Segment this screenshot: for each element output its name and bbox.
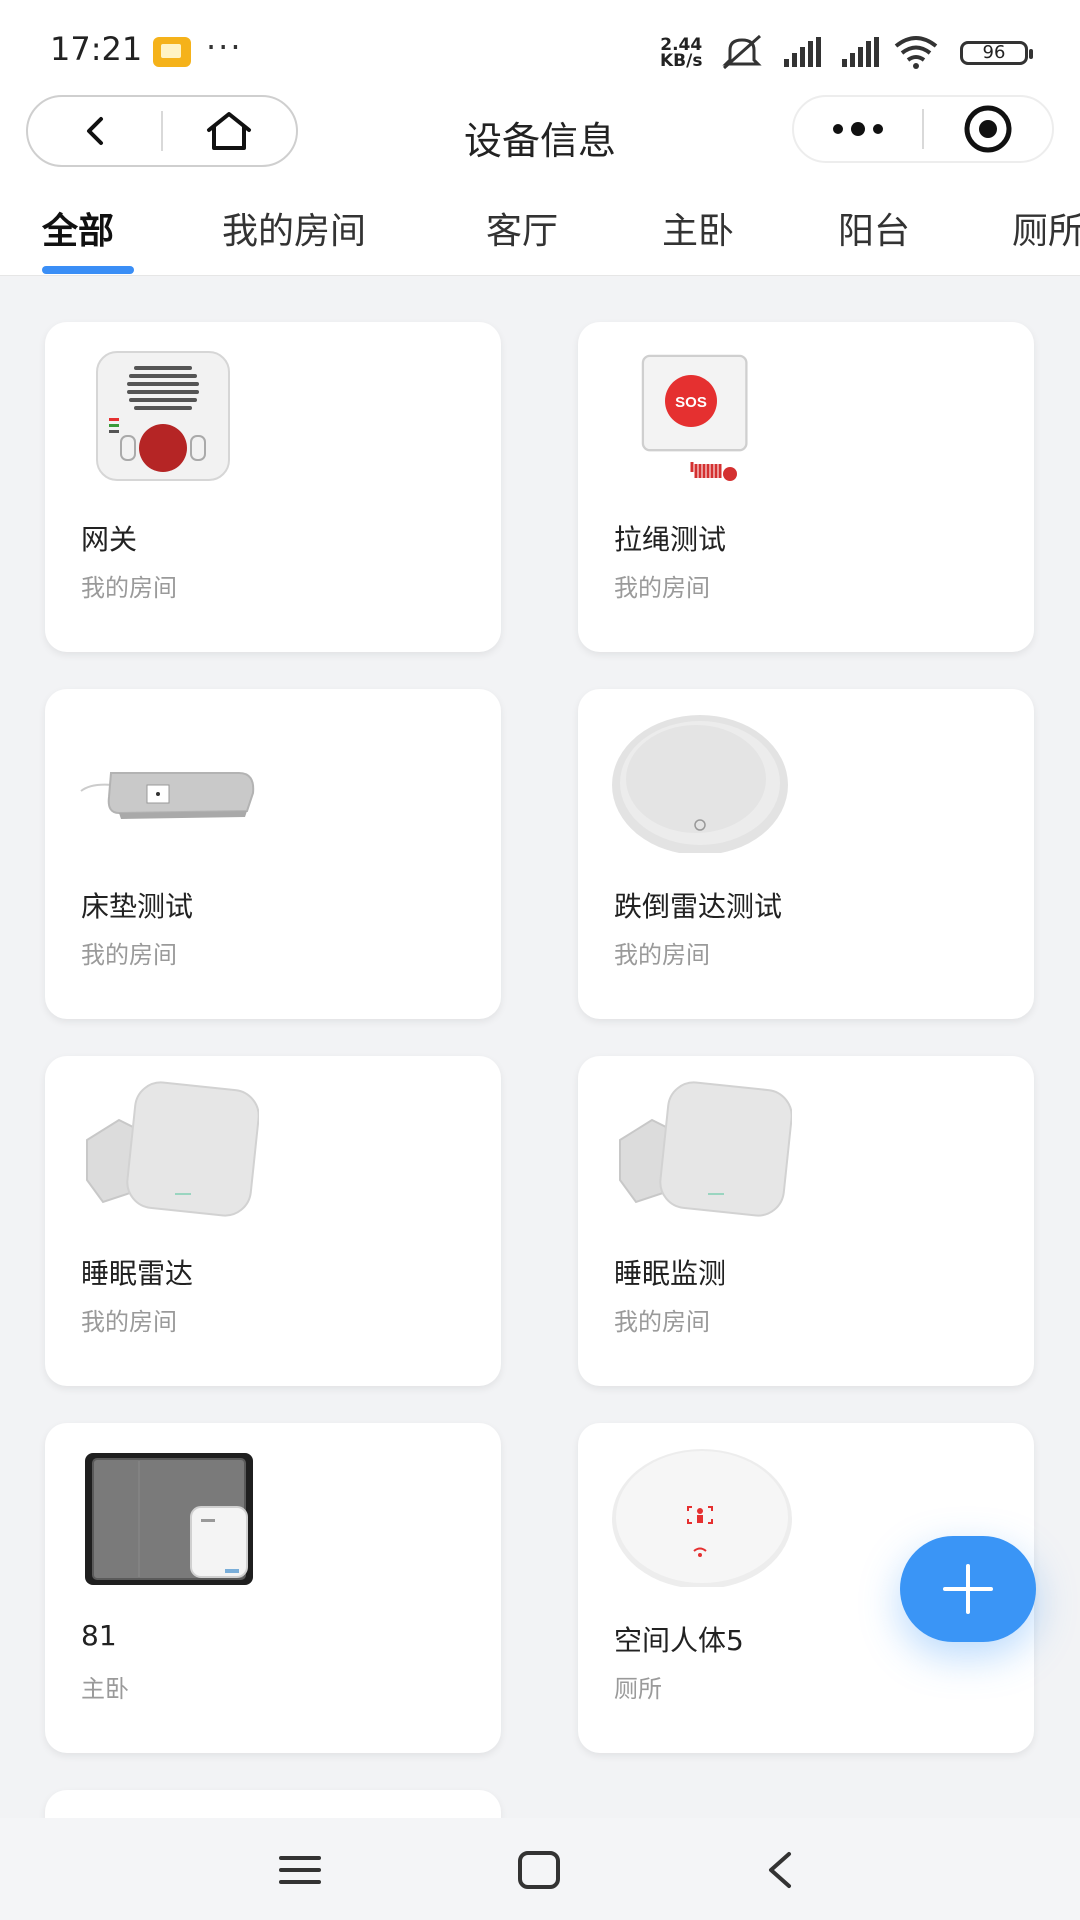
- device-card-partial[interactable]: [45, 1790, 501, 1818]
- device-card[interactable]: 跌倒雷达测试 我的房间: [578, 689, 1034, 1019]
- gateway-device-icon: [96, 351, 230, 481]
- system-back-button[interactable]: [750, 1848, 810, 1892]
- device-room: 我的房间: [614, 1308, 710, 1336]
- active-tab-indicator: [42, 266, 134, 274]
- fall-radar-icon: [612, 715, 788, 853]
- device-name: 网关: [81, 523, 138, 556]
- device-name: 81: [81, 1619, 117, 1652]
- silent-mode-icon: [722, 34, 762, 70]
- system-home-button[interactable]: [509, 1848, 569, 1892]
- mini-program-capsule: [792, 95, 1054, 163]
- device-name: 拉绳测试: [614, 523, 727, 556]
- more-button[interactable]: [794, 97, 922, 161]
- notification-icon: [153, 37, 191, 67]
- more-dots-icon: [833, 122, 883, 136]
- status-icons: [720, 32, 940, 72]
- signal-sim2-icon: [842, 37, 879, 67]
- network-speed-unit: KB/s: [660, 51, 703, 71]
- plus-icon: [943, 1564, 993, 1614]
- square-icon: [518, 1851, 560, 1889]
- room-tabs: 全部 我的房间 客厅 主卧 阳台 厕所: [0, 188, 1080, 276]
- tab-all[interactable]: 全部: [42, 202, 114, 254]
- svg-text:SOS: SOS: [675, 394, 707, 411]
- tab-toilet[interactable]: 厕所: [1012, 202, 1080, 254]
- device-room: 我的房间: [81, 574, 177, 602]
- device-room: 我的房间: [614, 574, 710, 602]
- device-room: 主卧: [81, 1675, 129, 1703]
- sos-pull-cord-icon: SOS: [641, 354, 750, 481]
- target-icon: [964, 105, 1012, 153]
- device-room: 我的房间: [81, 1308, 177, 1336]
- more-notifications-indicator: ···: [206, 28, 243, 66]
- device-room: 我的房间: [614, 941, 710, 969]
- tab-my-room[interactable]: 我的房间: [222, 202, 366, 254]
- device-name: 空间人体5: [614, 1624, 744, 1657]
- device-card[interactable]: 睡眠监测 我的房间: [578, 1056, 1034, 1386]
- device-name: 跌倒雷达测试: [614, 890, 783, 923]
- status-bar: 17:21 ··· 2.44 KB/s 96: [0, 0, 1080, 92]
- device-name: 睡眠监测: [614, 1257, 727, 1290]
- device-card[interactable]: SOS 拉绳测试 我的房间: [578, 322, 1034, 652]
- tab-living-room[interactable]: 客厅: [486, 202, 558, 254]
- system-nav-bar: [0, 1818, 1080, 1920]
- network-speed: 2.44 KB/s: [660, 37, 703, 71]
- recent-apps-button[interactable]: [270, 1848, 330, 1892]
- title-bar: 设备信息: [0, 92, 1080, 188]
- back-arrow-icon: [769, 1852, 791, 1888]
- close-mini-program-button[interactable]: [924, 97, 1052, 161]
- sleep-radar-icon: [86, 1081, 259, 1217]
- sleep-monitor-icon: [619, 1081, 792, 1217]
- presence-sensor-icon: [612, 1449, 792, 1587]
- tab-balcony[interactable]: 阳台: [838, 202, 910, 254]
- device-name: 睡眠雷达: [81, 1257, 194, 1290]
- mattress-kit-icon: [85, 1453, 253, 1585]
- menu-lines-icon: [279, 1856, 321, 1884]
- signal-sim1-icon: [784, 37, 821, 67]
- tab-master-bedroom[interactable]: 主卧: [662, 202, 734, 254]
- device-room: 厕所: [614, 1675, 662, 1703]
- add-device-button[interactable]: [900, 1536, 1036, 1642]
- device-card[interactable]: 81 主卧: [45, 1423, 501, 1753]
- wifi-icon: [894, 36, 938, 69]
- mattress-pad-icon: [80, 772, 255, 819]
- device-room: 我的房间: [81, 941, 177, 969]
- device-card[interactable]: 睡眠雷达 我的房间: [45, 1056, 501, 1386]
- device-card[interactable]: 床垫测试 我的房间: [45, 689, 501, 1019]
- device-card[interactable]: 网关 我的房间: [45, 322, 501, 652]
- battery-indicator: 96: [960, 41, 1033, 65]
- status-time: 17:21: [50, 30, 143, 68]
- device-name: 床垫测试: [81, 890, 194, 923]
